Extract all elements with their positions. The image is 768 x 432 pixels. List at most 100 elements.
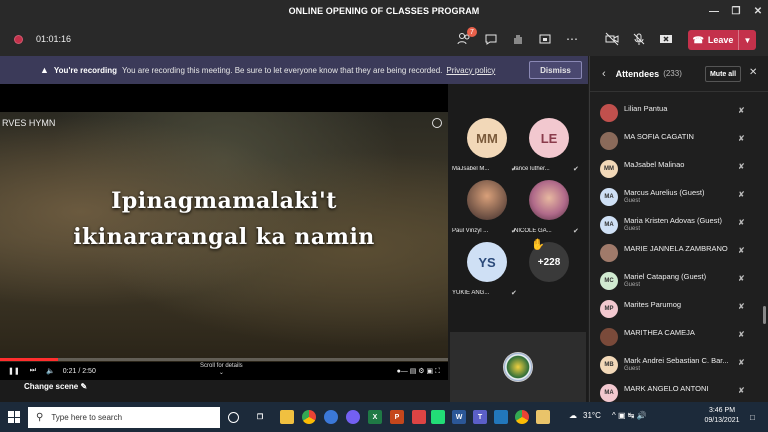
cortana-icon[interactable] [228, 412, 239, 423]
chrome-icon[interactable] [302, 410, 316, 424]
tray-icons[interactable]: ^ ▣ ↹ 🔊 [612, 411, 647, 420]
more-participants-tile[interactable]: +228 ✋ [518, 239, 580, 312]
mic-off-icon[interactable]: ✘ [738, 330, 745, 339]
panel-header: ‹ Attendees (233) Mute all ✕ [590, 56, 768, 92]
powerpoint-icon[interactable]: P [390, 410, 404, 424]
mic-off-icon[interactable]: ✘ [738, 134, 745, 143]
pdf-icon[interactable] [412, 410, 426, 424]
attendee-name: MaJsabel Malinao [624, 160, 685, 169]
attendee-row[interactable]: MARIE JANNELA ZAMBRANO ✘ [590, 240, 760, 268]
leave-button[interactable]: ☎ Leave ▼ [688, 30, 756, 50]
attendee-row[interactable]: MB Mark Andrei Sebastian C. Bar... Guest ✘ [590, 352, 760, 380]
video-title: RVES HYMN [2, 118, 56, 128]
app-icon[interactable] [431, 410, 445, 424]
mic-off-icon[interactable]: ✘ [738, 190, 745, 199]
watch-later-icon[interactable] [432, 118, 442, 128]
mic-off-icon[interactable]: ✘ [738, 106, 745, 115]
notification-icon[interactable]: □ [750, 413, 755, 422]
scroll-hint-text: Scroll for details [200, 363, 243, 369]
edge-icon[interactable] [324, 410, 338, 424]
file-explorer-icon[interactable] [280, 410, 294, 424]
media-icon[interactable] [536, 410, 550, 424]
change-scene-button[interactable]: Change scene ✎ [24, 382, 87, 391]
participant-tile[interactable]: NICOLE GA... ✔ [514, 180, 580, 250]
rooms-button[interactable] [536, 30, 554, 48]
participant-tile[interactable]: YS YUKIE ANG... ✔ [452, 242, 518, 312]
store-icon[interactable] [494, 410, 508, 424]
participants-badge: 7 [467, 27, 477, 37]
participant-name: lance luther... [514, 166, 550, 172]
taskbar-search[interactable]: ⚲ Type here to search [28, 407, 220, 428]
mic-off-icon: ✔ [511, 290, 517, 297]
pause-icon[interactable]: ❚❚ [8, 367, 20, 375]
weather-icon[interactable]: ☁ [569, 411, 577, 420]
school-logo [503, 352, 533, 382]
task-view-icon[interactable]: ❒ [253, 410, 267, 424]
attendee-name: Lilian Pantua [624, 104, 668, 113]
mic-off-icon[interactable]: ✘ [738, 162, 745, 171]
chat-button[interactable] [482, 30, 500, 48]
attendee-row[interactable]: MP Marites Parumog ✘ [590, 296, 760, 324]
windows-taskbar: ⚲ Type here to search ❒ X P W T ☁ 31°C ^… [0, 402, 768, 432]
word-icon[interactable]: W [452, 410, 466, 424]
leave-options-chevron-icon[interactable]: ▼ [738, 30, 756, 50]
teams-meeting-window: ONLINE OPENING OF CLASSES PROGRAM — ❐ ✕ … [0, 0, 768, 432]
avatar [600, 132, 618, 150]
banner-message: You are recording this meeting. Be sure … [122, 65, 443, 75]
volume-icon[interactable]: 🔈 [46, 367, 55, 375]
participants-button[interactable]: 7 [455, 27, 477, 48]
mic-off-icon[interactable]: ✘ [738, 218, 745, 227]
reactions-button[interactable] [509, 30, 527, 48]
attendee-row[interactable]: MM MaJsabel Malinao ✘ [590, 156, 760, 184]
camera-button[interactable] [603, 30, 621, 48]
taskbar-clock[interactable]: 3:46 PM 09/13/2021 [700, 406, 744, 426]
attendee-row[interactable]: MA Maria Kristen Adovas (Guest) Guest ✘ [590, 212, 760, 240]
attendee-row[interactable]: MA SOFIA CAGATIN ✘ [590, 128, 760, 156]
attendee-row[interactable]: MC Mariel Catapang (Guest) Guest ✘ [590, 268, 760, 296]
excel-icon[interactable]: X [368, 410, 382, 424]
pencil-icon: ✎ [80, 382, 88, 391]
stop-sharing-button[interactable] [657, 30, 675, 48]
attendee-name: Mariel Catapang (Guest) [624, 272, 707, 281]
attendee-row[interactable]: MA Marcus Aurelius (Guest) Guest ✘ [590, 184, 760, 212]
participant-tile[interactable]: MM MaJsabel M... ✔ [452, 118, 518, 188]
teams-icon[interactable]: T [473, 410, 487, 424]
mic-off-icon[interactable]: ✘ [738, 358, 745, 367]
close-window-icon[interactable]: ✕ [744, 0, 768, 22]
microphone-button[interactable] [630, 30, 648, 48]
more-actions-button[interactable]: ⋯ [563, 30, 581, 48]
avatar-photo [467, 180, 507, 220]
close-panel-icon[interactable]: ✕ [749, 67, 757, 78]
shared-video[interactable]: RVES HYMN Ipinagmamalaki't ikinararangal… [0, 84, 448, 380]
participant-tile[interactable]: Paul Vinzyl ... ✔ [452, 180, 518, 250]
video-progress-bar[interactable] [0, 358, 448, 361]
attendee-row[interactable]: Lilian Pantua ✘ [590, 100, 760, 128]
attendee-row[interactable]: MARITHEA CAMEJA ✘ [590, 324, 760, 352]
windows-start-icon[interactable] [8, 411, 20, 423]
content-share-tile[interactable] [450, 332, 586, 402]
mute-all-button[interactable]: Mute all [705, 66, 741, 82]
scroll-hint: Scroll for details ⌄ [200, 363, 243, 376]
chrome-icon[interactable] [515, 410, 529, 424]
temperature[interactable]: 31°C [583, 411, 601, 420]
mic-off-icon: ✔ [573, 166, 579, 173]
viber-icon[interactable] [346, 410, 360, 424]
back-chevron-icon[interactable]: ‹ [602, 68, 606, 80]
leave-main[interactable]: ☎ Leave [688, 35, 738, 46]
mic-off-icon[interactable]: ✘ [738, 302, 745, 311]
attendee-role: Guest [624, 282, 641, 288]
video-settings-icons[interactable]: ●— ▤ ⚙ ▣ ⛶ [397, 367, 440, 376]
next-icon[interactable]: ⏭ [30, 367, 36, 375]
hand-icon [514, 35, 522, 44]
mic-off-icon[interactable]: ✘ [738, 274, 745, 283]
participant-name: YUKIE ANG... [452, 290, 490, 296]
privacy-policy-link[interactable]: Privacy policy [446, 66, 495, 75]
mic-off-icon [633, 33, 645, 45]
mic-off-icon[interactable]: ✘ [738, 386, 745, 395]
participant-tile[interactable]: LE lance luther... ✔ [514, 118, 580, 188]
attendee-name: MARK ANGELO ANTONI [624, 384, 709, 393]
mic-off-icon[interactable]: ✘ [738, 246, 745, 255]
rooms-icon [539, 34, 551, 44]
panel-scrollbar[interactable] [763, 306, 766, 324]
dismiss-button[interactable]: Dismiss [529, 61, 582, 79]
